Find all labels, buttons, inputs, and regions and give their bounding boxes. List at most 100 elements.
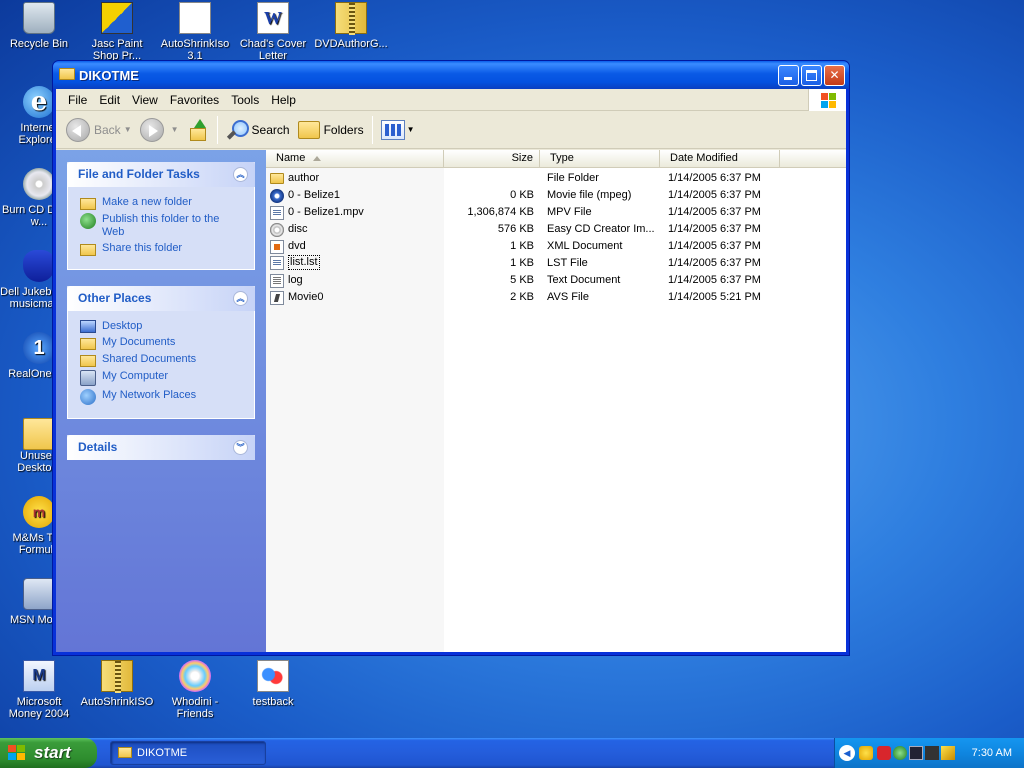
file-rows: author File Folder 1/14/2005 6:37 PM 0 - Be…: [266, 170, 846, 306]
desktop-icon-paint-shop[interactable]: Jasc Paint Shop Pr...: [78, 2, 156, 62]
show-hidden-icons-button[interactable]: ◀: [839, 745, 855, 761]
volume-muted-icon[interactable]: [925, 746, 939, 760]
file-name-cell[interactable]: Movie0: [270, 289, 444, 306]
collapse-icon[interactable]: ︽: [233, 167, 248, 182]
menu-view[interactable]: View: [126, 90, 164, 110]
desktop-icon-dvdauthor[interactable]: DVDAuthorG...: [312, 2, 390, 50]
network-icon[interactable]: [893, 746, 907, 760]
expand-icon[interactable]: ︾: [233, 440, 248, 455]
task-share-folder[interactable]: Share this folder: [80, 242, 244, 256]
desktop-icon-cover-letter[interactable]: W Chad's Cover Letter: [234, 2, 312, 62]
table-row[interactable]: log 5 KB Text Document 1/14/2005 6:37 PM: [266, 272, 846, 289]
chevron-down-icon[interactable]: ▼: [124, 125, 132, 134]
search-button[interactable]: Search: [222, 115, 294, 145]
clock[interactable]: 7:30 AM: [972, 738, 1012, 768]
file-date-cell: 1/14/2005 6:37 PM: [668, 257, 761, 269]
views-button[interactable]: ▼: [377, 115, 419, 145]
chevron-down-icon[interactable]: ▼: [171, 125, 179, 134]
menu-tools[interactable]: Tools: [225, 90, 265, 110]
menu-favorites[interactable]: Favorites: [164, 90, 225, 110]
folders-button[interactable]: Folders: [294, 115, 368, 145]
search-label: Search: [251, 122, 290, 137]
table-row[interactable]: list.lst 1 KB LST File 1/14/2005 6:37 PM: [266, 255, 846, 272]
place-desktop[interactable]: Desktop: [80, 320, 244, 333]
table-row[interactable]: 0 - Belize1 0 KB Movie file (mpeg) 1/14/200…: [266, 187, 846, 204]
table-row[interactable]: 0 - Belize1.mpv 1,306,874 KB MPV File 1/14/…: [266, 204, 846, 221]
minimize-button[interactable]: [778, 65, 799, 86]
forward-arrow-icon: [139, 117, 164, 142]
security-shield-icon[interactable]: [859, 746, 873, 760]
desktop-icon-autoshrinkiso[interactable]: AutoShrinkISO: [78, 660, 156, 708]
up-folder-button[interactable]: [183, 115, 213, 145]
place-my-network-places[interactable]: My Network Places: [80, 389, 244, 405]
file-date-cell: 1/14/2005 5:21 PM: [668, 291, 761, 303]
folder-icon: [23, 418, 55, 450]
file-name-cell[interactable]: dvd: [270, 238, 444, 255]
windows-logo-icon: [808, 89, 846, 111]
realone-icon: 1: [23, 332, 55, 364]
column-header-type[interactable]: Type: [540, 150, 660, 168]
file-name-cell[interactable]: author: [270, 170, 444, 187]
table-row[interactable]: disc 576 KB Easy CD Creator Im... 1/14/2005…: [266, 221, 846, 238]
title-bar[interactable]: DIKOTME ✕: [53, 61, 849, 89]
desktop-icon-testback[interactable]: testback: [234, 660, 312, 708]
forward-button[interactable]: ▼: [136, 115, 183, 145]
file-name-cell[interactable]: list.lst: [270, 255, 444, 270]
file-name-cell[interactable]: log: [270, 272, 444, 289]
taskbar-button-dikotme[interactable]: DIKOTME: [110, 741, 266, 765]
pen-tool-icon[interactable]: [941, 746, 955, 760]
file-date-cell: 1/14/2005 6:37 PM: [668, 189, 761, 201]
table-row[interactable]: dvd 1 KB XML Document 1/14/2005 6:37 PM: [266, 238, 846, 255]
xml-file-icon: [270, 239, 284, 254]
file-type-cell: MPV File: [547, 206, 592, 218]
zip-archive-icon: [101, 660, 133, 693]
file-name: dvd: [288, 240, 306, 252]
menu-file[interactable]: File: [62, 90, 93, 110]
explorer-window[interactable]: DIKOTME ✕ File Edit View Favorites Tools…: [52, 60, 850, 656]
antivirus-icon[interactable]: [877, 746, 891, 760]
back-button[interactable]: Back ▼: [62, 115, 136, 145]
toolbar: Back ▼ ▼ Search Folders ▼: [56, 111, 846, 149]
details-panel: Details ︾: [67, 435, 255, 460]
display-icon[interactable]: [909, 746, 923, 760]
table-row[interactable]: Movie0 2 KB AVS File 1/14/2005 5:21 PM: [266, 289, 846, 306]
close-button[interactable]: ✕: [824, 65, 845, 86]
place-my-computer[interactable]: My Computer: [80, 370, 244, 386]
column-header-size[interactable]: Size: [444, 150, 540, 168]
task-make-new-folder[interactable]: Make a new folder: [80, 196, 244, 210]
place-shared-documents[interactable]: Shared Documents: [80, 353, 244, 367]
file-file-icon: [270, 255, 284, 270]
file-folder-tasks-header[interactable]: File and Folder Tasks ︽: [67, 162, 255, 187]
file-type-cell: Easy CD Creator Im...: [547, 223, 655, 235]
shortcut-icon: [179, 2, 211, 34]
table-row[interactable]: author File Folder 1/14/2005 6:37 PM: [266, 170, 846, 187]
maximize-button[interactable]: [801, 65, 822, 86]
file-size-cell: 1,306,874 KB: [467, 206, 534, 218]
file-list: Name Size Type Date Modified author File …: [266, 150, 846, 652]
desktop-icon-whodini[interactable]: Whodini - Friends: [156, 660, 234, 720]
file-size-cell: 0 KB: [510, 189, 534, 201]
column-header-name[interactable]: Name: [266, 150, 444, 168]
window-title: DIKOTME: [79, 68, 139, 83]
file-name-cell[interactable]: disc: [270, 221, 444, 238]
desktop-icon-microsoft-money[interactable]: M Microsoft Money 2004: [0, 660, 78, 720]
file-name: log: [288, 274, 303, 286]
column-header-date-modified[interactable]: Date Modified: [660, 150, 780, 168]
collapse-icon[interactable]: ︽: [233, 291, 248, 306]
desktop-icon-autoshrinkiso-31[interactable]: AutoShrinkIso 3.1: [156, 2, 234, 62]
chevron-down-icon: ▼: [406, 125, 415, 134]
media-file-icon: [270, 188, 284, 203]
task-publish-web[interactable]: Publish this folder to the Web: [80, 213, 244, 239]
place-my-documents[interactable]: My Documents: [80, 336, 244, 350]
desktop-icon-recycle-bin[interactable]: Recycle Bin: [0, 2, 78, 50]
avs-file-icon: [270, 290, 284, 305]
details-header[interactable]: Details ︾: [67, 435, 255, 460]
other-places-header[interactable]: Other Places ︽: [67, 286, 255, 311]
menu-help[interactable]: Help: [265, 90, 302, 110]
folders-icon: [297, 120, 320, 139]
menu-edit[interactable]: Edit: [93, 90, 126, 110]
file-name: disc: [288, 223, 308, 235]
file-name-cell[interactable]: 0 - Belize1: [270, 187, 444, 204]
start-button[interactable]: start: [0, 738, 97, 768]
file-name-cell[interactable]: 0 - Belize1.mpv: [270, 204, 444, 221]
